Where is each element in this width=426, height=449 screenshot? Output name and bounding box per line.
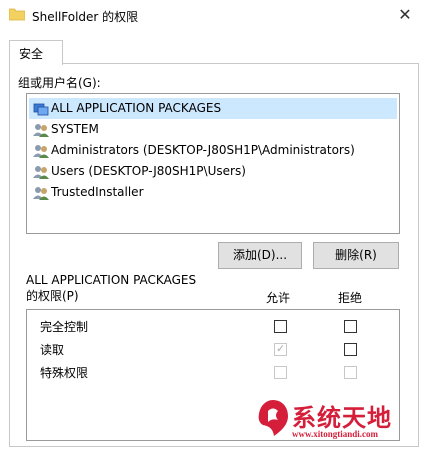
user-label: TrustedInstaller (51, 185, 144, 199)
permission-row-special: 特殊权限 (27, 361, 399, 383)
user-group-icon (33, 166, 49, 179)
add-button[interactable]: 添加(D)... (218, 242, 302, 269)
deny-full-control-checkbox[interactable] (344, 320, 357, 333)
tab-security[interactable]: 安全 (9, 40, 63, 65)
list-item-users[interactable]: Users (DESKTOP-J80SH1P\Users) (29, 161, 397, 182)
permissions-header-label: 的权限(P) (26, 289, 79, 303)
user-label: Administrators (DESKTOP-J80SH1P\Administ… (51, 143, 355, 157)
checkmark-icon: ✓ (276, 342, 286, 355)
list-item-trustedinstaller[interactable]: TrustedInstaller (29, 182, 397, 203)
deny-column-header: 拒绝 (338, 291, 363, 305)
user-group-icon (33, 187, 49, 200)
users-group-label: 组或用户名(G): (18, 76, 101, 90)
folder-icon (9, 8, 25, 21)
watermark-text: 系统天地 (292, 404, 392, 432)
permissions-header: ALL APPLICATION PACKAGES 的权限(P) (26, 272, 196, 304)
user-group-icon (33, 124, 49, 137)
users-listbox[interactable]: ALL APPLICATION PACKAGES SYSTEM Administ… (26, 93, 400, 234)
allow-read-checkbox: ✓ (274, 342, 287, 356)
permission-name: 完全控制 (40, 320, 89, 334)
permission-row-full-control: 完全控制 (27, 315, 399, 337)
permission-name: 读取 (40, 343, 65, 357)
permission-row-read: 读取 ✓ (27, 338, 399, 360)
list-item-all-application-packages[interactable]: ALL APPLICATION PACKAGES (29, 98, 397, 119)
list-item-administrators[interactable]: Administrators (DESKTOP-J80SH1P\Administ… (29, 140, 397, 161)
allow-full-control-checkbox[interactable] (274, 320, 287, 333)
allow-column-header: 允许 (266, 291, 291, 305)
user-label: ALL APPLICATION PACKAGES (51, 101, 222, 115)
deny-special-checkbox (344, 366, 357, 379)
remove-button[interactable]: 删除(R) (313, 242, 399, 269)
close-button[interactable]: ✕ (394, 4, 416, 26)
user-group-icon (33, 145, 49, 158)
deny-read-checkbox[interactable] (344, 343, 357, 356)
user-label: SYSTEM (51, 122, 99, 136)
watermark: 系统天地 www.xitongtiandi.com (248, 398, 420, 446)
window-title: ShellFolder 的权限 (32, 10, 139, 24)
allow-special-checkbox (274, 366, 287, 379)
list-item-system[interactable]: SYSTEM (29, 119, 397, 140)
permission-name: 特殊权限 (40, 366, 89, 380)
title-bar: ShellFolder 的权限 ✕ (0, 0, 426, 32)
watermark-logo-icon (258, 400, 288, 436)
watermark-url: www.xitongtiandi.com (292, 429, 379, 439)
close-icon: ✕ (398, 5, 412, 24)
user-label: Users (DESKTOP-J80SH1P\Users) (51, 164, 246, 178)
app-packages-icon (33, 103, 49, 116)
permissions-header-principal: ALL APPLICATION PACKAGES (26, 273, 197, 287)
tab-security-label: 安全 (19, 47, 44, 61)
